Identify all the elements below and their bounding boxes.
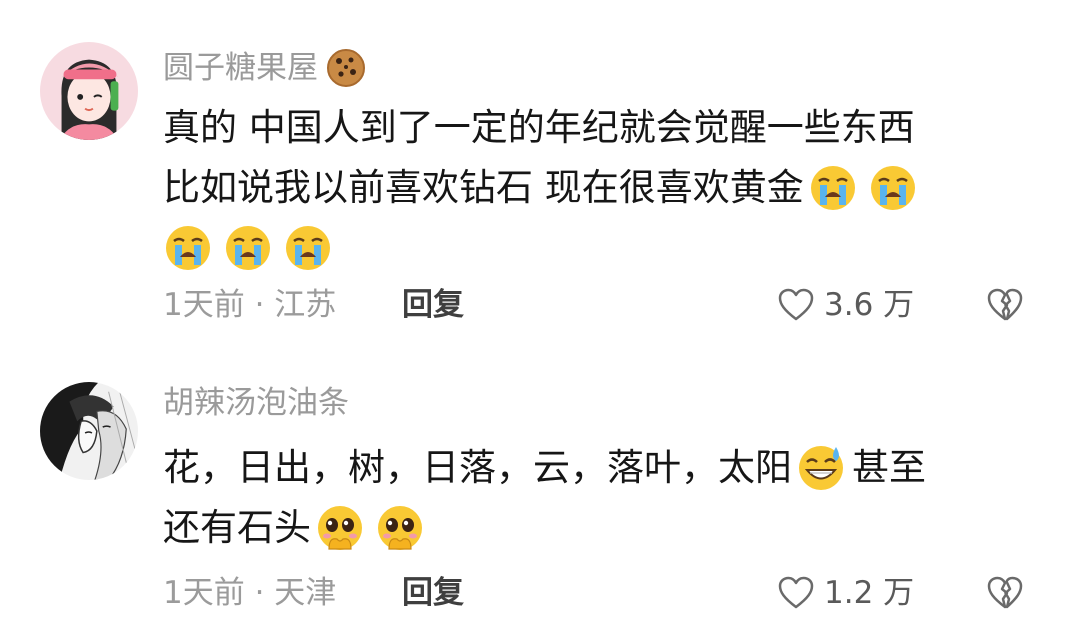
username[interactable]: 圆子糖果屋: [163, 48, 366, 88]
time-location: 1天前 · 天津: [163, 575, 337, 611]
heart-icon: [778, 576, 814, 609]
username[interactable]: 胡辣汤泡油条: [163, 388, 349, 419]
time-location: 1天前 · 江苏: [163, 287, 337, 323]
comment-line-text: 比如说我以前喜欢钻石 现在很喜欢黄金: [163, 166, 804, 209]
crying-face-icon: [870, 166, 915, 210]
comment-text: 花，日出，树，日落，云，落叶，太阳 甚至 还有石头: [163, 438, 1043, 558]
broken-heart-icon: [987, 576, 1023, 609]
grinning-sweat-face-icon: [799, 446, 843, 490]
crying-face-icon: [226, 226, 270, 270]
crying-face-icon: [286, 226, 330, 270]
dislike-button[interactable]: [986, 288, 1024, 322]
cookie-icon: [326, 48, 366, 88]
crying-face-icon: [166, 226, 210, 270]
reply-button[interactable]: 回复: [402, 578, 464, 609]
comment-line-text: 真的 中国人到了一定的年纪就会觉醒一些东西: [163, 106, 915, 149]
comment-item: 圆子糖果屋 真的 中国人到了一定的年纪就会觉醒一些东西 比如说我以前喜欢钻石 现…: [0, 0, 1066, 340]
comment-line: 真的 中国人到了一定的年纪就会觉醒一些东西: [163, 98, 1043, 158]
avatar[interactable]: [40, 382, 138, 480]
comment-line-text: 甚至: [852, 446, 926, 489]
like-count: 3.6 万: [824, 286, 915, 323]
reply-button[interactable]: 回复: [402, 290, 464, 321]
comment-text: 真的 中国人到了一定的年纪就会觉醒一些东西 比如说我以前喜欢钻石 现在很喜欢黄金: [163, 98, 1043, 278]
pleading-face-icon: [318, 506, 362, 550]
comment-item: 胡辣汤泡油条 花，日出，树，日落，云，落叶，太阳 甚至 还有石头 1天前 · 天…: [0, 340, 1066, 631]
comment-line-text: 花，日出，树，日落，云，落叶，太阳: [163, 446, 792, 489]
like-count: 1.2 万: [824, 574, 915, 611]
comment-line-text: 还有石头: [163, 506, 311, 549]
comment-line: 还有石头: [163, 498, 1043, 558]
like-button[interactable]: 3.6 万: [778, 288, 914, 322]
comment-line: 花，日出，树，日落，云，落叶，太阳 甚至: [163, 438, 1043, 498]
broken-heart-icon: [987, 288, 1023, 321]
dislike-button[interactable]: [986, 576, 1024, 610]
comment-line: [163, 218, 1043, 278]
avatar[interactable]: [40, 42, 138, 140]
heart-icon: [778, 288, 814, 321]
like-button[interactable]: 1.2 万: [778, 576, 914, 610]
crying-face-icon: [810, 166, 855, 210]
pleading-face-icon: [378, 506, 422, 550]
comment-line: 比如说我以前喜欢钻石 现在很喜欢黄金: [163, 158, 1043, 218]
username-text: 圆子糖果屋: [163, 49, 318, 86]
username-text: 胡辣汤泡油条: [163, 385, 349, 421]
